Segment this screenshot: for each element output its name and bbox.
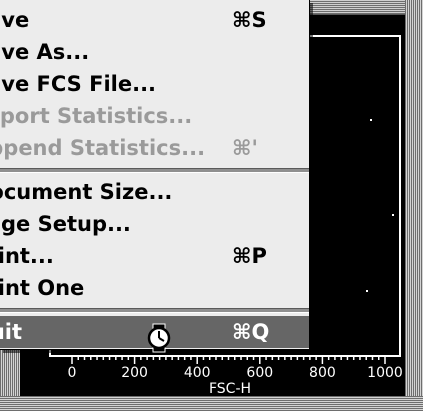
x-tick-label: 800 (309, 365, 336, 381)
menu-item-label: Save FCS File... (0, 72, 157, 96)
menu-separator (0, 168, 309, 173)
menu-item-export-statistics[interactable]: Export Statistics... (0, 100, 309, 132)
menu-item-print[interactable]: Print... ⌘P (0, 240, 309, 272)
menu-item-document-size[interactable]: Document Size... (0, 176, 309, 208)
menu-separator (0, 308, 309, 313)
x-axis-tick-labels: 0 200 400 600 800 1000 (68, 365, 403, 381)
x-tick-label: 200 (121, 365, 148, 381)
menu-item-save-as[interactable]: Save As... (0, 36, 309, 68)
x-tick-label: 600 (246, 365, 273, 381)
menu-item-save[interactable]: Save ⌘S (0, 4, 309, 36)
menu-item-append-statistics[interactable]: Append Statistics... ⌘' (0, 132, 309, 164)
menu-item-label: Save (0, 8, 30, 32)
file-menu[interactable]: Save ⌘S Save As... Save FCS File... Expo… (0, 0, 310, 350)
window-frame-bottom (0, 396, 423, 411)
x-axis-ticks (71, 356, 386, 364)
menu-item-shortcut: ⌘Q (232, 320, 270, 344)
menu-item-label: Print... (0, 244, 54, 268)
menu-item-label: Quit (0, 320, 23, 344)
x-tick-label: 400 (184, 365, 211, 381)
x-axis-label: FSC-H (209, 381, 251, 396)
x-tick-label: 1000 (367, 365, 403, 381)
menu-item-shortcut: ⌘S (232, 8, 267, 32)
menu-item-label: Append Statistics... (0, 136, 206, 160)
window-frame-right (405, 0, 423, 411)
menu-item-label: Document Size... (0, 180, 173, 204)
menu-item-shortcut: ⌘P (232, 244, 267, 268)
menu-item-label: Page Setup... (0, 212, 131, 236)
wristwatch-busy-icon (147, 323, 171, 353)
menu-item-save-fcs-file[interactable]: Save FCS File... (0, 68, 309, 100)
x-tick-label: 0 (68, 365, 77, 381)
menu-item-label: Print One (0, 276, 85, 300)
menu-item-shortcut: ⌘' (232, 136, 258, 160)
menu-item-print-one[interactable]: Print One (0, 272, 309, 304)
menu-item-page-setup[interactable]: Page Setup... (0, 208, 309, 240)
menu-item-label: Export Statistics... (0, 104, 193, 128)
menu-item-label: Save As... (0, 40, 90, 64)
